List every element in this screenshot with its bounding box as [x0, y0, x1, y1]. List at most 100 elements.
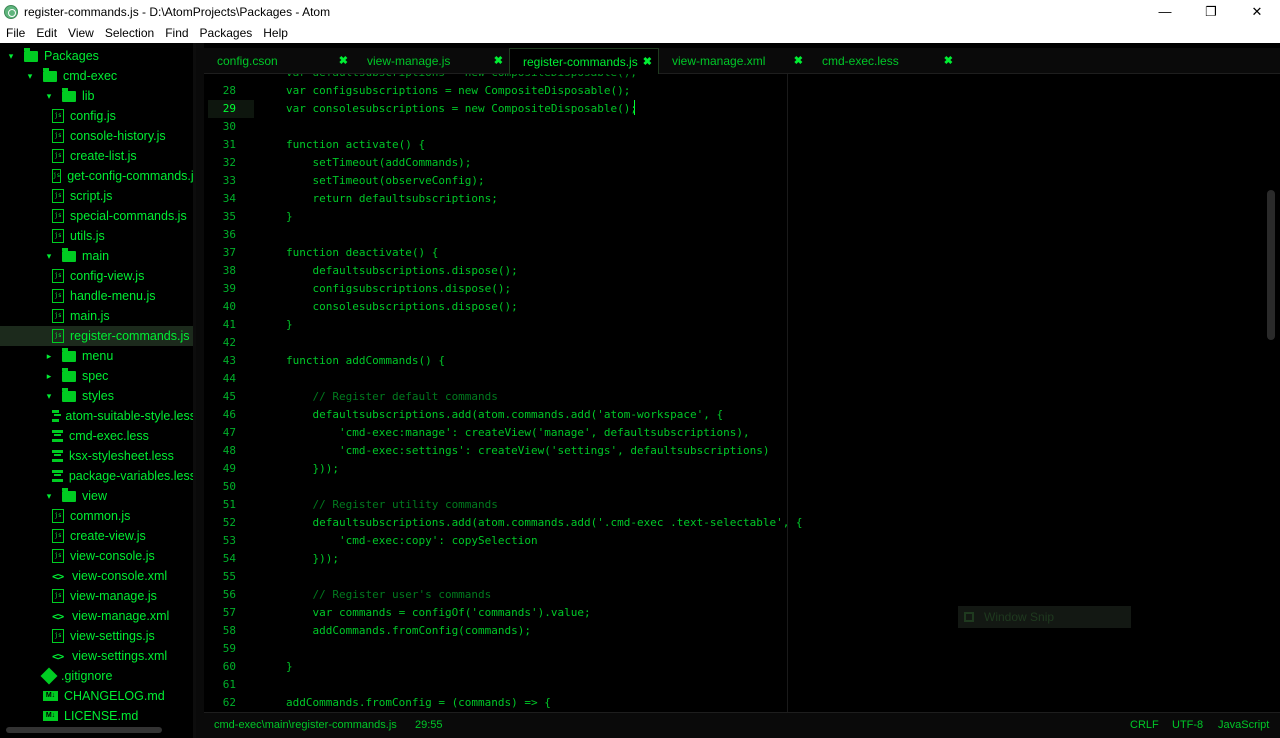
tree-file[interactable]: .gitignore — [0, 666, 196, 686]
tree-file[interactable]: <> view-console.xml — [0, 566, 196, 586]
tree-file[interactable]: js special-commands.js — [0, 206, 196, 226]
line-number: 35 — [222, 210, 236, 223]
code-line: defaultsubscriptions.add(atom.commands.a… — [286, 408, 724, 421]
menu-view[interactable]: View — [62, 26, 99, 40]
maximize-button[interactable]: ❐ — [1188, 0, 1234, 23]
js-file-icon: js — [52, 309, 64, 323]
tree-file[interactable]: js handle-menu.js — [0, 286, 196, 306]
panel-resize-handle[interactable] — [196, 43, 204, 738]
folder-icon — [62, 387, 76, 402]
menu-find[interactable]: Find — [159, 26, 193, 40]
line-number: 41 — [222, 318, 236, 331]
minimize-button[interactable]: — — [1142, 0, 1188, 23]
close-icon[interactable]: ✖ — [494, 54, 503, 67]
status-bar: cmd-exec\main\register-commands.js 29:55… — [204, 712, 1280, 738]
tree-item-label: create-view.js — [70, 529, 146, 543]
tree-item-label: register-commands.js — [70, 329, 190, 343]
tree-folder[interactable]: ▾ cmd-exec — [0, 66, 196, 86]
chevron-down-icon[interactable]: ▾ — [6, 51, 16, 62]
close-icon[interactable]: ✖ — [944, 54, 953, 67]
js-file-icon: js — [52, 509, 64, 523]
editor-scrollbar-thumb[interactable] — [1267, 190, 1275, 340]
tree-folder[interactable]: ▾ Packages — [0, 46, 196, 66]
code-comment-line: // Register utility commands — [286, 498, 498, 511]
tree-folder[interactable]: ▾ view — [0, 486, 196, 506]
tree-file[interactable]: js view-console.js — [0, 546, 196, 566]
tree-item-label: main.js — [70, 309, 110, 323]
line-number: 44 — [222, 372, 236, 385]
tree-folder[interactable]: ▾ styles — [0, 386, 196, 406]
tree-file[interactable]: js view-manage.js — [0, 586, 196, 606]
tree-file[interactable]: js register-commands.js — [0, 326, 196, 346]
tab-view-manage-xml[interactable]: view-manage.xml ✖ — [659, 48, 809, 74]
code-line: })); — [286, 552, 339, 565]
line-number: 43 — [222, 354, 236, 367]
status-line-ending[interactable]: CRLF — [1130, 719, 1159, 731]
chevron-down-icon[interactable]: ▾ — [44, 251, 54, 262]
tree-file[interactable]: M↓ LICENSE.md — [0, 706, 196, 726]
tree-file[interactable]: cmd-exec.less — [0, 426, 196, 446]
tab-register-commands-js[interactable]: register-commands.js ✖ — [509, 48, 659, 74]
tree-file[interactable]: package-variables.less — [0, 466, 196, 486]
tree-file[interactable]: js utils.js — [0, 226, 196, 246]
tree-file[interactable]: js get-config-commands.js — [0, 166, 196, 186]
chevron-down-icon[interactable]: ▾ — [44, 91, 54, 102]
text-editor[interactable]: 28 29 30 31 32 33 34 35 36 37 38 39 40 41 42 43 44 45 46 47… — [204, 74, 1280, 712]
markdown-icon: M↓ — [43, 711, 58, 721]
close-window-button[interactable]: ✕ — [1234, 0, 1280, 23]
chevron-right-icon[interactable]: ▸ — [44, 351, 54, 362]
status-grammar[interactable]: JavaScript — [1218, 719, 1269, 731]
tree-file[interactable]: ksx-stylesheet.less — [0, 446, 196, 466]
tree-horizontal-scrollbar[interactable] — [6, 727, 162, 733]
code-line: function activate() { — [286, 138, 426, 151]
chevron-down-icon[interactable]: ▾ — [44, 391, 54, 402]
tree-item-label: cmd-exec — [63, 69, 118, 83]
tree-file[interactable]: M↓ CHANGELOG.md — [0, 686, 196, 706]
line-number: 40 — [222, 300, 236, 313]
chevron-right-icon[interactable]: ▸ — [44, 371, 54, 382]
menu-selection[interactable]: Selection — [99, 26, 159, 40]
menu-help[interactable]: Help — [257, 26, 293, 40]
close-icon[interactable]: ✖ — [339, 54, 348, 67]
chevron-down-icon[interactable]: ▾ — [44, 491, 54, 502]
tab-view-manage-js[interactable]: view-manage.js ✖ — [354, 48, 509, 74]
status-file-path[interactable]: cmd-exec\main\register-commands.js — [214, 719, 397, 731]
folder-icon — [62, 247, 76, 262]
tree-file[interactable]: js script.js — [0, 186, 196, 206]
tree-file[interactable]: js main.js — [0, 306, 196, 326]
tree-view: ▾ Packages ▾ cmd-exec ▾ lib js config.js js conso… — [0, 43, 196, 738]
line-number: 52 — [222, 516, 236, 529]
line-number: 29 — [222, 102, 236, 115]
tree-file[interactable]: js view-settings.js — [0, 626, 196, 646]
line-number: 45 — [222, 390, 236, 403]
tree-folder[interactable]: ▸ menu — [0, 346, 196, 366]
tree-file[interactable]: js create-list.js — [0, 146, 196, 166]
line-number: 36 — [222, 228, 236, 241]
tree-file[interactable]: js config.js — [0, 106, 196, 126]
tab-config-cson[interactable]: config.cson ✖ — [204, 48, 354, 74]
tree-file[interactable]: js common.js — [0, 506, 196, 526]
tree-folder[interactable]: ▾ lib — [0, 86, 196, 106]
line-number: 53 — [222, 534, 236, 547]
tree-file[interactable]: <> view-manage.xml — [0, 606, 196, 626]
tree-folder[interactable]: ▸ spec — [0, 366, 196, 386]
tree-file[interactable]: atom-suitable-style.less — [0, 406, 196, 426]
status-cursor-position[interactable]: 29:55 — [415, 719, 443, 731]
code-file-icon: <> — [52, 609, 64, 623]
menu-packages[interactable]: Packages — [194, 26, 258, 40]
close-icon[interactable]: ✖ — [794, 54, 803, 67]
tree-file[interactable]: <> view-settings.xml — [0, 646, 196, 666]
tree-folder[interactable]: ▾ main — [0, 246, 196, 266]
close-icon[interactable]: ✖ — [643, 55, 652, 68]
line-number — [204, 74, 236, 82]
tab-cmd-exec-less[interactable]: cmd-exec.less ✖ — [809, 48, 959, 74]
menu-edit[interactable]: Edit — [30, 26, 62, 40]
status-encoding[interactable]: UTF-8 — [1172, 719, 1203, 731]
snip-icon — [964, 612, 974, 622]
tree-file[interactable]: js console-history.js — [0, 126, 196, 146]
chevron-down-icon[interactable]: ▾ — [25, 71, 35, 82]
tree-file[interactable]: js create-view.js — [0, 526, 196, 546]
tree-file[interactable]: js config-view.js — [0, 266, 196, 286]
js-file-icon: js — [52, 209, 64, 223]
menu-file[interactable]: File — [0, 26, 30, 40]
